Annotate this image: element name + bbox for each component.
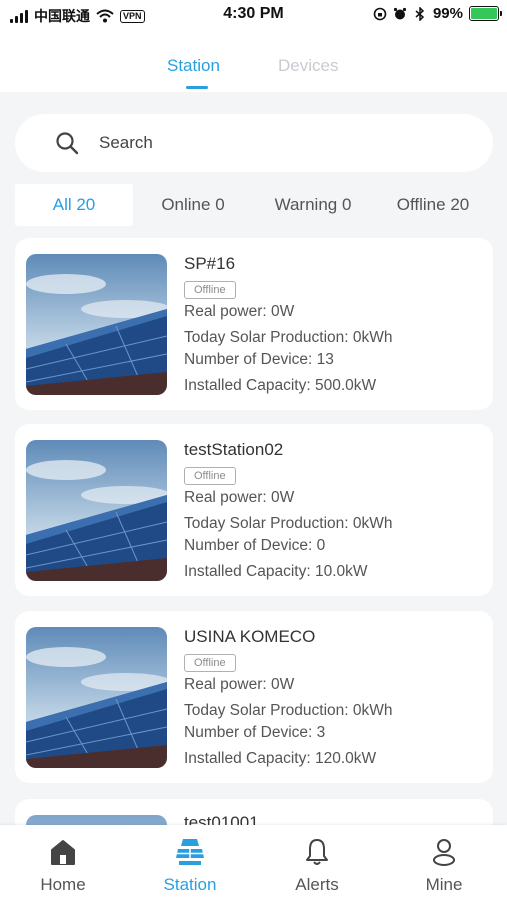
station-card[interactable]: SP#16 Offline Real power: 0W Today Solar… bbox=[15, 238, 493, 410]
status-filter-bar: All 20 Online 0 Warning 0 Offline 20 bbox=[15, 184, 493, 226]
status-badge: Offline bbox=[184, 281, 236, 299]
station-name: USINA KOMECO bbox=[184, 627, 316, 646]
status-badge: Offline bbox=[184, 467, 236, 485]
filter-warning[interactable]: Warning 0 bbox=[263, 184, 363, 226]
bell-icon bbox=[306, 839, 328, 865]
installed-capacity: Installed Capacity: 500.0kW bbox=[184, 377, 377, 394]
station-photo bbox=[26, 254, 167, 395]
installed-capacity: Installed Capacity: 10.0kW bbox=[184, 563, 368, 580]
station-card[interactable]: USINA KOMECO Offline Real power: 0W Toda… bbox=[15, 611, 493, 783]
device-count: Number of Device: 3 bbox=[184, 724, 326, 741]
nav-home[interactable]: Home bbox=[0, 825, 126, 900]
bluetooth-icon bbox=[415, 6, 425, 21]
home-icon bbox=[51, 840, 75, 865]
nav-label: Home bbox=[40, 875, 86, 894]
today-production: Today Solar Production: 0kWh bbox=[184, 515, 393, 532]
active-tab-indicator bbox=[186, 86, 208, 89]
status-bar: 中国联通 VPN 4:30 PM 99% bbox=[0, 0, 507, 30]
today-production: Today Solar Production: 0kWh bbox=[184, 702, 393, 719]
station-card[interactable]: testStation02 Offline Real power: 0W Tod… bbox=[15, 424, 493, 596]
lock-rotation-icon bbox=[373, 7, 387, 20]
today-production: Today Solar Production: 0kWh bbox=[184, 329, 393, 346]
station-name: SP#16 bbox=[184, 254, 236, 273]
station-name: testStation02 bbox=[184, 440, 284, 459]
alarm-icon bbox=[393, 7, 407, 19]
solar-panel-icon bbox=[176, 839, 204, 865]
search-input[interactable] bbox=[99, 130, 479, 156]
filter-online[interactable]: Online 0 bbox=[143, 184, 243, 226]
tab-devices[interactable]: Devices bbox=[278, 56, 338, 76]
real-power: Real power: 0W bbox=[184, 489, 295, 506]
filter-offline[interactable]: Offline 20 bbox=[383, 184, 483, 226]
real-power: Real power: 0W bbox=[184, 676, 295, 693]
tab-station[interactable]: Station bbox=[167, 56, 220, 76]
nav-label: Mine bbox=[425, 875, 463, 894]
person-icon bbox=[433, 839, 455, 866]
station-photo bbox=[26, 440, 167, 581]
battery-icon bbox=[469, 6, 502, 21]
real-power: Real power: 0W bbox=[184, 303, 295, 320]
search-bar[interactable] bbox=[15, 114, 493, 172]
top-tab-bar: Station Devices bbox=[0, 30, 507, 92]
nav-mine[interactable]: Mine bbox=[381, 825, 507, 900]
battery-percent: 99% bbox=[432, 5, 463, 22]
filter-all[interactable]: All 20 bbox=[15, 184, 133, 226]
installed-capacity: Installed Capacity: 120.0kW bbox=[184, 750, 377, 767]
nav-label: Station bbox=[163, 875, 217, 894]
nav-alerts[interactable]: Alerts bbox=[254, 825, 380, 900]
nav-label: Alerts bbox=[295, 875, 339, 894]
search-icon bbox=[56, 132, 79, 155]
bottom-nav: Home Station Alerts Mine bbox=[0, 825, 507, 900]
nav-station[interactable]: Station bbox=[127, 825, 253, 900]
status-badge: Offline bbox=[184, 654, 236, 672]
device-count: Number of Device: 0 bbox=[184, 537, 326, 554]
device-count: Number of Device: 13 bbox=[184, 351, 334, 368]
station-photo bbox=[26, 627, 167, 768]
